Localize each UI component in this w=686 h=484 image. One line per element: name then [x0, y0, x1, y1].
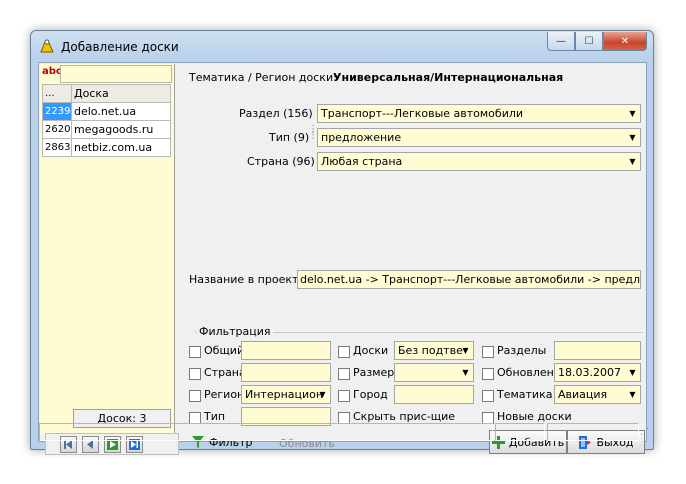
- region-value: Интернацион: [245, 388, 324, 401]
- chevron-down-icon: ▼: [629, 157, 636, 166]
- row-id[interactable]: 2863: [42, 138, 72, 157]
- boards-select[interactable]: Без подтве ▼: [394, 341, 474, 360]
- general-checkbox[interactable]: [189, 346, 201, 358]
- status-panel-3: [547, 423, 639, 441]
- theme-checkbox[interactable]: [482, 390, 494, 402]
- section-label: Раздел (156): [239, 107, 313, 120]
- close-button[interactable]: ✕: [603, 32, 647, 51]
- project-name-field[interactable]: delo.net.ua -> Транспорт---Легковые авто…: [297, 270, 641, 289]
- chevron-down-icon: ▼: [629, 368, 636, 377]
- row-id[interactable]: 2239: [42, 102, 72, 121]
- chevron-down-icon: ▼: [629, 390, 636, 399]
- general-label: Общий: [204, 344, 245, 357]
- chevron-down-icon: ▼: [629, 109, 636, 118]
- boards-checkbox[interactable]: [338, 346, 350, 358]
- updated-label: Обновлен.: [497, 366, 558, 379]
- row-name[interactable]: megagoods.ru: [71, 120, 171, 139]
- status-panel-2: [495, 423, 545, 441]
- grid-header-board[interactable]: Доска: [71, 84, 171, 103]
- city-input[interactable]: [394, 385, 474, 404]
- hide-label: Скрыть прис-щие: [353, 410, 455, 423]
- status-panel-1: [39, 423, 493, 441]
- section-select[interactable]: Транспорт---Легковые автомобили ▼: [317, 104, 641, 123]
- client-area: abc ... Доска 2239 delo.net.ua 2620 mega…: [38, 62, 647, 455]
- filter-theme-value: Авиация: [558, 388, 608, 401]
- size-select[interactable]: ▼: [394, 363, 474, 382]
- abc-icon[interactable]: abc: [42, 66, 62, 77]
- sections-input[interactable]: [554, 341, 641, 360]
- filter-theme-label: Тематика: [497, 388, 553, 401]
- filter-country-input[interactable]: [241, 363, 331, 382]
- row-id[interactable]: 2620: [42, 120, 72, 139]
- row-name[interactable]: delo.net.ua: [71, 102, 171, 121]
- sections-checkbox[interactable]: [482, 346, 494, 358]
- maximize-button[interactable]: ☐: [575, 32, 603, 51]
- size-checkbox[interactable]: [338, 368, 350, 380]
- city-checkbox[interactable]: [338, 390, 350, 402]
- project-label: Название в проекте:: [189, 273, 309, 286]
- grid-header: ... Доска: [42, 84, 171, 103]
- type-select[interactable]: предложение ▼: [317, 128, 641, 147]
- country-label: Страна (96): [247, 155, 315, 168]
- theme-label: Тематика / Регион доски:: [189, 71, 337, 84]
- filter-group-label: Фильтрация: [197, 325, 273, 338]
- country-checkbox[interactable]: [189, 368, 201, 380]
- table-row[interactable]: 2620 megagoods.ru: [42, 120, 171, 139]
- title-bar: Добавление доски — ☐ ✕: [31, 31, 653, 61]
- app-window: Добавление доски — ☐ ✕ abc ... Доска 223…: [30, 30, 654, 455]
- type-value: предложение: [321, 131, 402, 144]
- region-checkbox[interactable]: [189, 390, 201, 402]
- chevron-down-icon: ▼: [462, 346, 469, 355]
- minimize-button[interactable]: —: [547, 32, 575, 51]
- boards-panel: abc ... Доска 2239 delo.net.ua 2620 mega…: [40, 64, 175, 434]
- new-boards-label: Новые доски: [497, 410, 572, 423]
- updated-value: 18.03.2007: [558, 366, 621, 379]
- table-row[interactable]: 2863 netbiz.com.ua: [42, 138, 171, 157]
- region-select[interactable]: Интернацион ▼: [241, 385, 331, 404]
- chevron-down-icon: ▼: [462, 368, 469, 377]
- size-label: Размер: [353, 366, 395, 379]
- project-name-value: delo.net.ua -> Транспорт---Легковые авто…: [300, 273, 641, 286]
- window-title: Добавление доски: [61, 40, 179, 54]
- chevron-down-icon: ▼: [319, 390, 326, 399]
- country-select[interactable]: Любая страна ▼: [317, 152, 641, 171]
- sections-label: Разделы: [497, 344, 547, 357]
- type-label: Тип (9): [269, 131, 310, 144]
- boards-value: Без подтве: [398, 344, 463, 357]
- app-icon: [40, 39, 54, 53]
- details-panel: Тематика / Регион доски: Универсальная/И…: [183, 63, 645, 454]
- theme-value: Универсальная/Интернациональная: [333, 71, 564, 84]
- grid-header-id[interactable]: ...: [42, 84, 72, 103]
- filter-type-label: Тип: [204, 410, 226, 423]
- boards-search-input[interactable]: [60, 65, 172, 83]
- country-value: Любая страна: [321, 155, 403, 168]
- section-value: Транспорт---Легковые автомобили: [321, 107, 524, 120]
- updated-checkbox[interactable]: [482, 368, 494, 380]
- filter-country-label: Страна: [204, 366, 246, 379]
- boards-grid[interactable]: ... Доска 2239 delo.net.ua 2620 megagood…: [42, 84, 171, 157]
- general-input[interactable]: [241, 341, 331, 360]
- city-label: Город: [353, 388, 388, 401]
- chevron-down-icon: ▼: [629, 133, 636, 142]
- updated-select[interactable]: 18.03.2007 ▼: [554, 363, 641, 382]
- region-label: Регион: [204, 388, 245, 401]
- resize-grip-icon[interactable]: ⋰: [640, 427, 649, 437]
- table-row[interactable]: 2239 delo.net.ua: [42, 102, 171, 121]
- theme-select[interactable]: Авиация ▼: [554, 385, 641, 404]
- boards-label: Доски: [353, 344, 389, 357]
- row-name[interactable]: netbiz.com.ua: [71, 138, 171, 157]
